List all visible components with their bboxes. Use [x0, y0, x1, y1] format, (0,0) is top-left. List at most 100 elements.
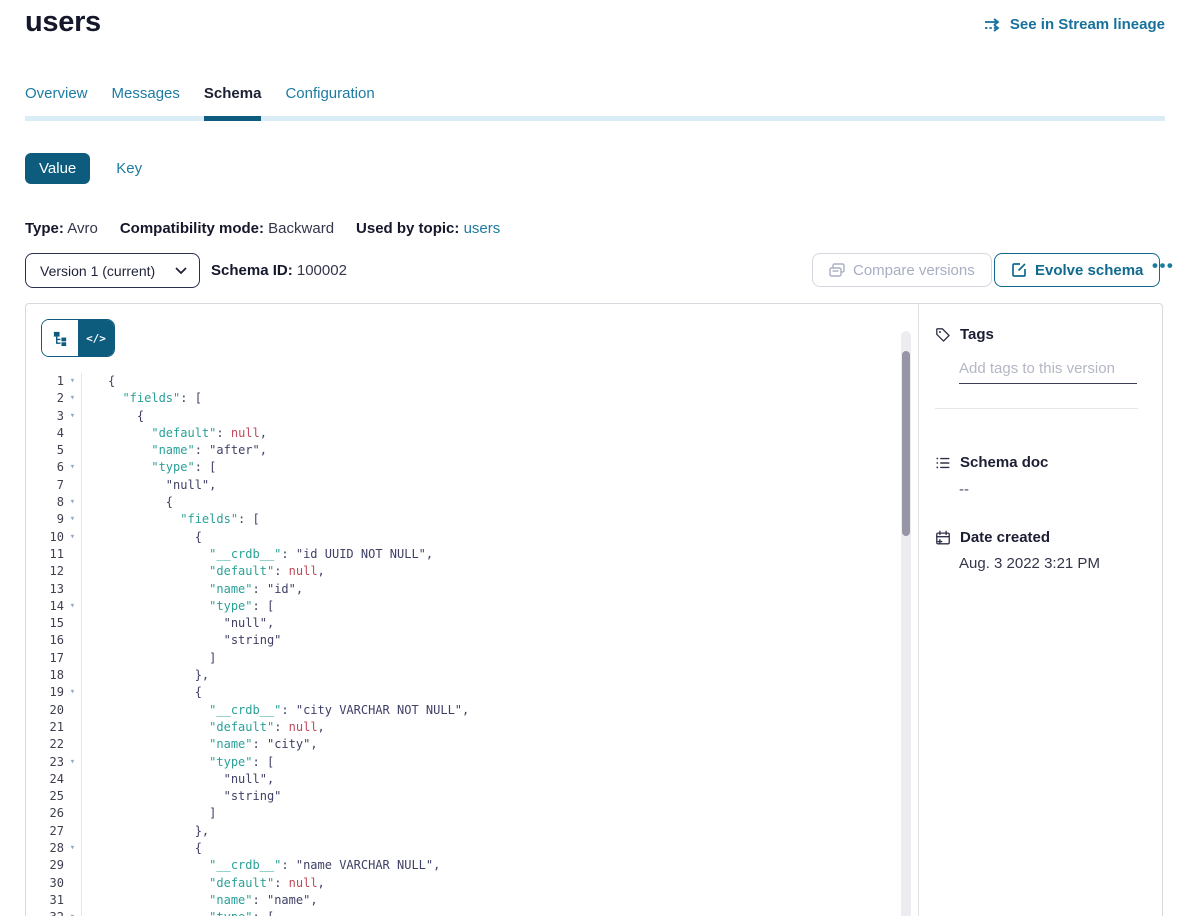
version-select-value: Version 1 (current): [40, 263, 155, 279]
code-line: 31 "name": "name",: [26, 892, 898, 909]
code-line: 10▾ {: [26, 529, 898, 546]
compare-versions-label: Compare versions: [853, 262, 975, 279]
line-number: 2: [26, 390, 64, 407]
line-number: 13: [26, 581, 64, 598]
line-number: 12: [26, 563, 64, 580]
type-field: Type: Avro: [25, 220, 98, 237]
stream-lineage-icon: [984, 18, 1003, 32]
fold-toggle-icon[interactable]: ▾: [64, 373, 81, 390]
version-select[interactable]: Version 1 (current): [25, 253, 200, 288]
fold-toggle-icon[interactable]: ▾: [64, 529, 81, 546]
code-text: {: [81, 529, 202, 546]
code-text: "null",: [81, 771, 274, 788]
line-number: 11: [26, 546, 64, 563]
line-number: 3: [26, 408, 64, 425]
used-by-topic-field: Used by topic: users: [356, 220, 500, 237]
key-toggle-button[interactable]: Key: [116, 160, 142, 177]
code-line: 8▾ {: [26, 494, 898, 511]
see-in-stream-lineage-link[interactable]: See in Stream lineage: [984, 16, 1165, 33]
line-number: 20: [26, 702, 64, 719]
tab-messages[interactable]: Messages: [112, 85, 180, 121]
add-tags-input[interactable]: [959, 358, 1137, 384]
code-text: {: [81, 373, 115, 390]
fold-spacer: [64, 857, 81, 874]
fold-spacer: [64, 702, 81, 719]
line-number: 5: [26, 442, 64, 459]
code-view-button[interactable]: </>: [78, 320, 114, 356]
code-line: 23▾ "type": [: [26, 754, 898, 771]
code-text: "null",: [81, 477, 216, 494]
code-line: 9▾ "fields": [: [26, 511, 898, 528]
code-text: "default": null,: [81, 875, 325, 892]
code-text: "name": "city",: [81, 736, 318, 753]
more-options-button[interactable]: •••: [1146, 255, 1180, 277]
code-text: "null",: [81, 615, 274, 632]
code-text: ]: [81, 805, 216, 822]
fold-toggle-icon[interactable]: ▾: [64, 754, 81, 771]
code-line: 6▾ "type": [: [26, 459, 898, 476]
code-line: 1▾{: [26, 373, 898, 390]
tag-icon: [935, 327, 951, 343]
fold-toggle-icon[interactable]: ▾: [64, 494, 81, 511]
fold-toggle-icon[interactable]: ▾: [64, 408, 81, 425]
fold-toggle-icon[interactable]: ▾: [64, 840, 81, 857]
line-number: 6: [26, 459, 64, 476]
code-line: 16 "string": [26, 632, 898, 649]
fold-spacer: [64, 615, 81, 632]
code-scrollbar-track[interactable]: [901, 331, 911, 916]
type-label: Type:: [25, 220, 64, 237]
fold-spacer: [64, 442, 81, 459]
compatibility-label: Compatibility mode:: [120, 220, 264, 237]
code-line: 13 "name": "id",: [26, 581, 898, 598]
tab-schema[interactable]: Schema: [204, 85, 262, 121]
edit-square-icon: [1011, 262, 1027, 278]
fold-toggle-icon[interactable]: ▾: [64, 459, 81, 476]
fold-spacer: [64, 788, 81, 805]
fold-spacer: [64, 719, 81, 736]
fold-toggle-icon[interactable]: ▾: [64, 909, 81, 916]
tab-overview[interactable]: Overview: [25, 85, 88, 121]
tab-configuration[interactable]: Configuration: [285, 85, 374, 121]
code-line: 4 "default": null,: [26, 425, 898, 442]
value-toggle-button[interactable]: Value: [25, 153, 90, 184]
fold-spacer: [64, 875, 81, 892]
topic-link[interactable]: users: [464, 220, 501, 237]
code-line: 21 "default": null,: [26, 719, 898, 736]
fold-toggle-icon[interactable]: ▾: [64, 511, 81, 528]
line-number: 10: [26, 529, 64, 546]
fold-toggle-icon[interactable]: ▾: [64, 598, 81, 615]
fold-toggle-icon[interactable]: ▾: [64, 684, 81, 701]
evolve-schema-button[interactable]: Evolve schema: [994, 253, 1160, 287]
fold-spacer: [64, 650, 81, 667]
code-line: 17 ]: [26, 650, 898, 667]
code-text: "__crdb__": "city VARCHAR NOT NULL",: [81, 702, 469, 719]
fold-toggle-icon[interactable]: ▾: [64, 390, 81, 407]
code-text: ]: [81, 650, 216, 667]
line-number: 1: [26, 373, 64, 390]
code-text: "type": [: [81, 459, 216, 476]
line-number: 4: [26, 425, 64, 442]
code-line: 2▾ "fields": [: [26, 390, 898, 407]
code-line: 24 "null",: [26, 771, 898, 788]
fold-spacer: [64, 736, 81, 753]
lineage-link-label: See in Stream lineage: [1010, 16, 1165, 33]
line-number: 18: [26, 667, 64, 684]
tree-view-button[interactable]: [42, 320, 78, 356]
tags-heading: Tags: [935, 326, 1138, 343]
date-created-heading-label: Date created: [960, 529, 1050, 546]
line-number: 17: [26, 650, 64, 667]
code-text: "type": [: [81, 909, 274, 916]
code-line: 12 "default": null,: [26, 563, 898, 580]
code-line: 29 "__crdb__": "name VARCHAR NULL",: [26, 857, 898, 874]
line-number: 21: [26, 719, 64, 736]
code-text: "default": null,: [81, 563, 325, 580]
code-text: "__crdb__": "name VARCHAR NULL",: [81, 857, 440, 874]
schema-id-label: Schema ID:: [211, 262, 293, 279]
code-line: 28▾ {: [26, 840, 898, 857]
line-number: 14: [26, 598, 64, 615]
code-scrollbar-thumb[interactable]: [902, 351, 910, 536]
compare-versions-button[interactable]: Compare versions: [812, 253, 992, 287]
schema-page: users See in Stream lineage Overview Mes…: [0, 0, 1189, 916]
chevron-down-icon: [175, 267, 187, 275]
code-text: "name": "id",: [81, 581, 303, 598]
